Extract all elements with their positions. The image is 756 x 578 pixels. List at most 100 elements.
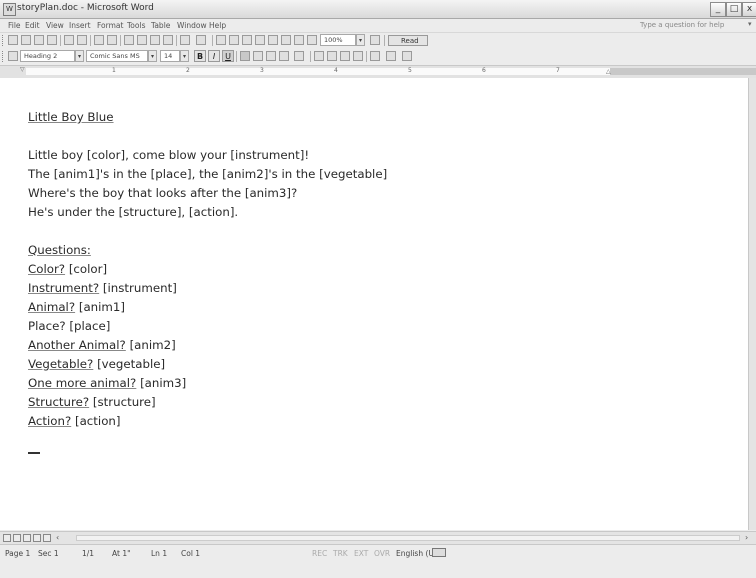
status-trk[interactable]: TRK <box>333 549 348 558</box>
horizontal-scroll-track[interactable] <box>76 535 740 541</box>
spelling-icon[interactable] <box>94 35 104 45</box>
drawing-icon[interactable] <box>281 35 291 45</box>
menu-format[interactable]: Format <box>97 21 123 30</box>
ruler-number: 5 <box>408 67 412 74</box>
question-line: One more animal? [anim3] <box>28 374 728 393</box>
menu-edit[interactable]: Edit <box>25 21 40 30</box>
increase-indent-icon[interactable] <box>353 51 363 61</box>
toolbar-separator <box>90 35 91 46</box>
italic-button[interactable]: I <box>208 50 220 62</box>
redo-icon[interactable] <box>196 35 206 45</box>
document-heading: Little Boy Blue <box>28 110 114 124</box>
menu-table[interactable]: Table <box>151 21 170 30</box>
style-select[interactable]: Heading 2 <box>20 50 75 62</box>
window-title: storyPlan.doc - Microsoft Word <box>17 3 154 13</box>
menu-tools[interactable]: Tools <box>127 21 145 30</box>
justify-icon[interactable] <box>279 51 289 61</box>
toolbar-separator <box>212 35 213 46</box>
align-right-icon[interactable] <box>266 51 276 61</box>
bold-button[interactable]: B <box>194 50 206 62</box>
font-size-dropdown-arrow[interactable]: ▾ <box>180 50 189 62</box>
status-line: Ln 1 <box>151 549 168 558</box>
print-icon[interactable] <box>64 35 74 45</box>
font-select[interactable]: Comic Sans MS <box>86 50 148 62</box>
reading-layout-view-icon[interactable] <box>43 534 51 542</box>
question-field: [action] <box>74 414 121 428</box>
cut-icon[interactable] <box>124 35 134 45</box>
ruler-number: 1 <box>112 67 116 74</box>
right-indent-icon[interactable]: △ <box>606 68 611 75</box>
web-layout-view-icon[interactable] <box>13 534 21 542</box>
help-search-input[interactable]: Type a question for help <box>640 21 744 29</box>
horizontal-scrollbar[interactable]: ‹ › <box>0 531 756 544</box>
question-line: Another Animal? [anim2] <box>28 336 728 355</box>
zoom-select[interactable]: 100% <box>320 34 356 46</box>
decrease-indent-icon[interactable] <box>340 51 350 61</box>
toolbar-grip[interactable] <box>2 51 5 62</box>
maximize-button[interactable]: □ <box>726 2 742 17</box>
research-icon[interactable] <box>107 35 117 45</box>
outline-view-icon[interactable] <box>33 534 41 542</box>
minimize-button[interactable]: _ <box>710 2 726 17</box>
print-preview-icon[interactable] <box>77 35 87 45</box>
menu-window[interactable]: Window <box>177 21 207 30</box>
save-icon[interactable] <box>34 35 44 45</box>
styles-formatting-icon[interactable] <box>8 51 18 61</box>
columns-icon[interactable] <box>268 35 278 45</box>
new-document-icon[interactable] <box>8 35 18 45</box>
status-rec[interactable]: REC <box>312 549 327 558</box>
hyperlink-icon[interactable] <box>216 35 226 45</box>
align-left-icon[interactable] <box>240 51 250 61</box>
show-hide-icon[interactable] <box>307 35 317 45</box>
document-map-icon[interactable] <box>294 35 304 45</box>
title-bar: W storyPlan.doc - Microsoft Word _ □ x <box>0 0 756 19</box>
print-layout-view-icon[interactable] <box>23 534 31 542</box>
permission-icon[interactable] <box>47 35 57 45</box>
line-spacing-icon[interactable] <box>294 51 304 61</box>
first-line-indent-icon[interactable]: ▽ <box>20 66 25 73</box>
chevron-down-icon[interactable]: ▾ <box>748 20 752 28</box>
menu-view[interactable]: View <box>46 21 64 30</box>
help-icon[interactable] <box>370 35 380 45</box>
menu-help[interactable]: Help <box>209 21 226 30</box>
question-field: [vegetable] <box>97 357 166 371</box>
highlight-icon[interactable] <box>386 51 396 61</box>
undo-icon[interactable] <box>180 35 190 45</box>
horizontal-ruler[interactable]: 1 2 3 4 5 6 7 ▽ △ <box>0 65 756 79</box>
paste-icon[interactable] <box>150 35 160 45</box>
normal-view-icon[interactable] <box>3 534 11 542</box>
word-app-icon[interactable]: W <box>3 3 16 16</box>
format-painter-icon[interactable] <box>163 35 173 45</box>
toolbar-grip[interactable] <box>2 35 5 46</box>
numbering-icon[interactable] <box>314 51 324 61</box>
toolbar-separator <box>236 51 237 62</box>
scroll-right-icon[interactable]: › <box>745 533 748 542</box>
read-button[interactable]: Read <box>388 35 428 46</box>
underline-button[interactable]: U <box>222 50 234 62</box>
font-size-select[interactable]: 14 <box>160 50 180 62</box>
spelling-status-icon[interactable] <box>432 548 446 557</box>
insert-excel-icon[interactable] <box>255 35 265 45</box>
tables-borders-icon[interactable] <box>229 35 239 45</box>
zoom-dropdown-arrow[interactable]: ▾ <box>356 34 365 46</box>
scroll-left-icon[interactable]: ‹ <box>56 533 59 542</box>
menu-file[interactable]: File <box>8 21 21 30</box>
font-dropdown-arrow[interactable]: ▾ <box>148 50 157 62</box>
borders-icon[interactable] <box>370 51 380 61</box>
status-ext[interactable]: EXT <box>354 549 368 558</box>
align-center-icon[interactable] <box>253 51 263 61</box>
status-bar: Page 1 Sec 1 1/1 At 1" Ln 1 Col 1 REC TR… <box>0 544 756 578</box>
copy-icon[interactable] <box>137 35 147 45</box>
close-button[interactable]: x <box>742 2 756 17</box>
menu-insert[interactable]: Insert <box>69 21 91 30</box>
bullets-icon[interactable] <box>327 51 337 61</box>
font-color-icon[interactable] <box>402 51 412 61</box>
open-icon[interactable] <box>21 35 31 45</box>
style-dropdown-arrow[interactable]: ▾ <box>75 50 84 62</box>
status-ovr[interactable]: OVR <box>374 549 390 558</box>
document-body[interactable]: Little Boy Blue Little boy [color], come… <box>28 108 728 431</box>
vertical-scrollbar[interactable] <box>748 78 756 530</box>
insert-table-icon[interactable] <box>242 35 252 45</box>
status-section: Sec 1 <box>38 549 59 558</box>
